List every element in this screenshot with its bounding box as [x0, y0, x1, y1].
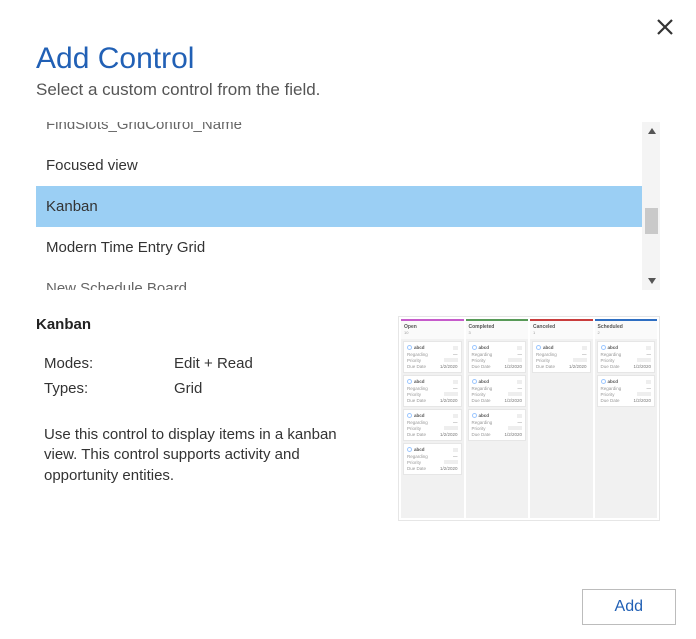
modes-label: Modes: — [44, 355, 174, 372]
scroll-up-arrow[interactable] — [643, 122, 660, 140]
kanban-column: Scheduled2abcdRegarding—PriorityDue Date… — [595, 319, 658, 518]
kanban-column: Open10abcdRegarding—PriorityDue Date1/2/… — [401, 319, 464, 518]
add-button[interactable]: Add — [582, 589, 676, 625]
detail-title: Kanban — [36, 316, 378, 333]
control-details: Kanban Modes: Edit + Read Types: Grid Us… — [36, 316, 660, 521]
list-item[interactable]: Modern Time Entry Grid — [36, 227, 642, 268]
modes-value: Edit + Read — [174, 355, 253, 372]
list-item[interactable]: New Schedule Board — [36, 268, 642, 290]
types-value: Grid — [174, 380, 202, 397]
list-item[interactable]: Focused view — [36, 145, 642, 186]
types-label: Types: — [44, 380, 174, 397]
add-control-dialog: Add Control Select a custom control from… — [0, 0, 696, 639]
modes-row: Modes: Edit + Read — [36, 355, 378, 372]
list-item[interactable]: Kanban — [36, 186, 642, 227]
close-button[interactable] — [656, 18, 674, 36]
kanban-column: Completed3abcdRegarding—PriorityDue Date… — [466, 319, 529, 518]
control-list-container: FindSlots_GridControl_NameFocused viewKa… — [36, 122, 660, 290]
list-item[interactable]: FindSlots_GridControl_Name — [36, 122, 642, 145]
scroll-down-arrow[interactable] — [643, 272, 660, 290]
dialog-subtitle: Select a custom control from the field. — [36, 80, 660, 100]
scroll-track[interactable] — [643, 140, 660, 272]
scrollbar[interactable] — [642, 122, 660, 290]
scroll-thumb[interactable] — [645, 208, 658, 234]
control-list[interactable]: FindSlots_GridControl_NameFocused viewKa… — [36, 122, 642, 290]
control-preview-image: Open10abcdRegarding—PriorityDue Date1/2/… — [398, 316, 660, 521]
types-row: Types: Grid — [36, 380, 378, 397]
chevron-up-icon — [647, 126, 657, 136]
dialog-title: Add Control — [36, 42, 660, 76]
chevron-down-icon — [647, 276, 657, 286]
dialog-footer: Add — [582, 589, 676, 625]
kanban-column: Canceled1abcdRegarding—PriorityDue Date1… — [530, 319, 593, 518]
detail-description: Use this control to display items in a k… — [44, 425, 354, 486]
details-text: Kanban Modes: Edit + Read Types: Grid Us… — [36, 316, 378, 521]
close-icon — [656, 18, 674, 36]
